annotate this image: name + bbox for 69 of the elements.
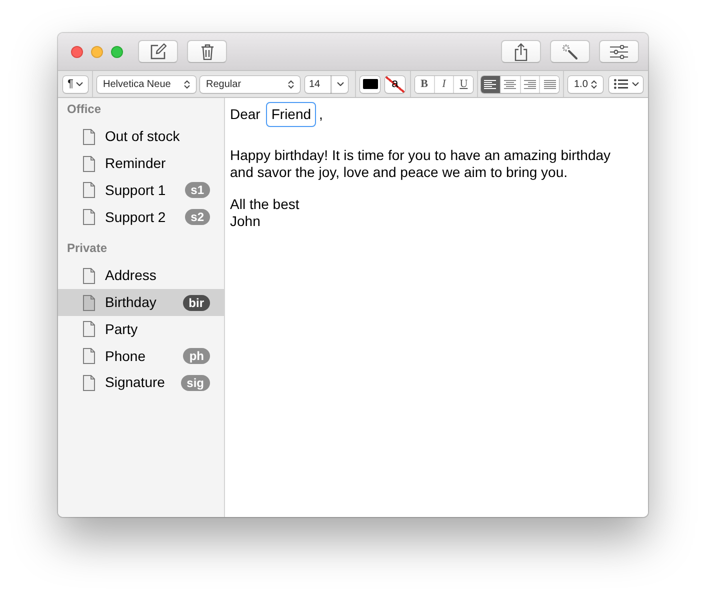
sidebar-item[interactable]: Signature sig <box>58 370 224 396</box>
align-right-icon <box>524 80 536 88</box>
document-icon <box>83 209 95 226</box>
text-color-well[interactable] <box>360 76 380 92</box>
closing-line: All the best <box>230 196 300 212</box>
sidebar-item[interactable]: Birthday bir <box>58 289 224 316</box>
compose-icon <box>150 43 166 60</box>
abbreviation-badge: s1 <box>184 182 210 198</box>
list-style-popup[interactable] <box>609 76 643 92</box>
font-style-popup[interactable]: Regular <box>200 76 300 92</box>
share-icon <box>514 42 528 60</box>
document-icon <box>83 268 95 284</box>
align-center-icon <box>504 80 516 88</box>
document-icon <box>83 321 95 338</box>
sidebar-item[interactable]: Address <box>58 262 224 290</box>
font-size-field[interactable]: 14 <box>305 76 331 92</box>
magic-wand-icon <box>562 44 578 60</box>
chevron-icon <box>336 82 344 86</box>
compose-button[interactable] <box>138 40 178 63</box>
share-button[interactable] <box>501 40 541 63</box>
sidebar-item[interactable]: Out of stock <box>58 124 224 150</box>
chevron-icon <box>76 82 84 86</box>
body-paragraph: Happy birthday! It is time for you to have an amazing birthday and savor the joy, love and peace we aim to bring you. <box>230 147 612 180</box>
up-down-chevron-icon <box>288 80 294 88</box>
trash-icon <box>200 44 214 60</box>
section-header: Private <box>66 240 108 257</box>
bulleted-list-icon <box>614 79 628 89</box>
placeholder-token[interactable]: Friend <box>266 102 316 127</box>
close-icon[interactable] <box>71 46 83 58</box>
closing-line: John <box>230 212 260 229</box>
abbreviation-badge: bir <box>182 294 210 311</box>
paragraph-style-popup[interactable]: ¶ <box>63 76 88 92</box>
document-icon <box>83 374 95 391</box>
magic-wand-button[interactable] <box>550 40 590 63</box>
justify-button[interactable] <box>539 76 559 92</box>
document-icon <box>83 294 95 311</box>
message-editor[interactable]: Dear Friend , Happy birthday! It is time for you to have an amazing birthday and savor the joy, love and peace we aim to bring you. All the best John <box>225 98 648 517</box>
greeting-text: Dear <box>230 105 260 124</box>
underline-button[interactable]: U <box>453 76 473 92</box>
font-size-dropdown-button[interactable] <box>331 76 348 92</box>
bold-button[interactable]: B <box>415 76 434 92</box>
abbreviation-badge: ph <box>183 348 210 364</box>
align-right-button[interactable] <box>520 76 540 92</box>
section-header: Office <box>66 101 102 118</box>
sidebar-item[interactable]: Party <box>58 316 224 343</box>
document-icon <box>83 128 95 145</box>
up-down-chevron-icon <box>591 80 597 88</box>
chevron-icon <box>632 82 638 86</box>
sidebar-item[interactable]: Support 1 s1 <box>58 177 224 204</box>
font-family-popup[interactable]: Helvetica Neue <box>97 76 196 92</box>
up-down-chevron-icon <box>184 80 190 88</box>
delete-button[interactable] <box>187 40 227 63</box>
document-icon <box>83 182 95 198</box>
sidebar-item[interactable]: Support 2 s2 <box>58 204 224 230</box>
abbreviation-badge: sig <box>180 374 210 391</box>
settings-button[interactable] <box>599 40 639 63</box>
document-icon <box>83 348 95 364</box>
align-center-button[interactable] <box>500 76 520 92</box>
align-left-button[interactable] <box>481 76 500 92</box>
line-spacing-popup[interactable]: 1.0 <box>568 76 603 92</box>
align-left-icon <box>484 80 496 88</box>
document-icon <box>83 156 95 172</box>
sliders-icon <box>610 44 628 58</box>
abbreviation-badge: s2 <box>184 209 210 226</box>
justify-icon <box>544 80 556 88</box>
sidebar-item[interactable]: Reminder <box>58 150 224 177</box>
sidebar-item[interactable]: Phone ph <box>58 342 224 370</box>
italic-button[interactable]: I <box>434 76 454 92</box>
comma-text: , <box>319 105 323 124</box>
